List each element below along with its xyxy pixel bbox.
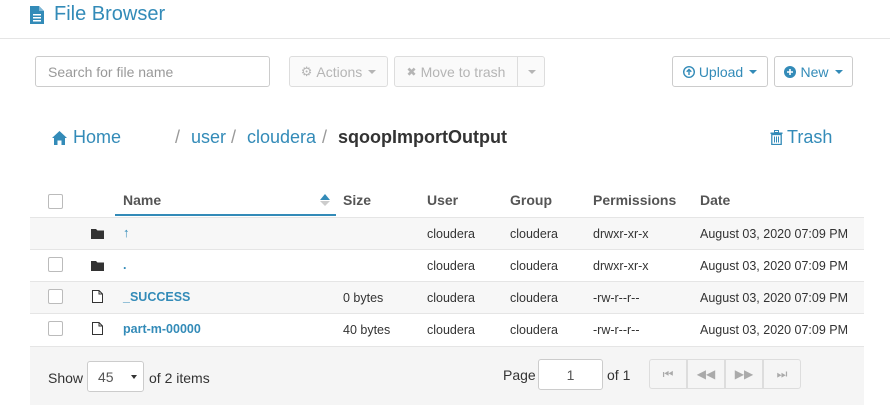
actions-button[interactable]: ⚙ Actions <box>289 56 388 87</box>
file-icon <box>92 290 103 303</box>
first-page-button[interactable]: ⏮ <box>649 359 687 389</box>
trash-link[interactable]: Trash <box>770 127 832 148</box>
new-button[interactable]: New <box>774 56 853 87</box>
breadcrumb-home[interactable]: Home <box>52 127 121 148</box>
select-all-checkbox[interactable] <box>48 194 63 209</box>
parent-directory-link[interactable]: ↑ <box>123 225 130 240</box>
previous-page-button[interactable]: ◀◀ <box>687 359 725 389</box>
breadcrumb-separator: / <box>175 127 181 147</box>
actions-label: Actions <box>316 63 363 80</box>
row-size: 0 bytes <box>343 291 384 305</box>
file-name-link[interactable]: _SUCCESS <box>123 290 190 304</box>
row-date: August 03, 2020 07:09 PM <box>700 259 849 273</box>
page-number-input[interactable] <box>538 359 603 390</box>
file-icon <box>30 6 44 24</box>
upload-button[interactable]: Upload <box>672 56 768 87</box>
chevron-down-icon <box>749 69 758 74</box>
folder-icon <box>91 229 104 239</box>
next-page-button[interactable]: ▶▶ <box>725 359 763 389</box>
column-header-group[interactable]: Group <box>510 192 552 208</box>
file-icon <box>92 322 103 335</box>
page-label: Page <box>503 367 536 383</box>
chevron-down-icon <box>528 69 536 74</box>
row-user: cloudera <box>427 259 475 273</box>
breadcrumb-separator: / <box>322 127 328 147</box>
row-permissions: -rw-r--r-- <box>593 291 640 305</box>
row-date: August 03, 2020 07:09 PM <box>700 323 849 337</box>
row-permissions: drwxr-xr-x <box>593 227 649 241</box>
breadcrumb-current: sqoopImportOutput <box>338 127 507 147</box>
breadcrumb-cloudera[interactable]: cloudera <box>247 127 316 148</box>
row-user: cloudera <box>427 227 475 241</box>
chevron-down-icon <box>368 69 377 74</box>
move-to-trash-button[interactable]: ✖ Move to trash <box>394 56 518 87</box>
row-date: August 03, 2020 07:09 PM <box>700 291 849 305</box>
trash-options-dropdown[interactable] <box>517 56 545 87</box>
row-user: cloudera <box>427 323 475 337</box>
new-label: New <box>800 63 829 80</box>
dropdown-arrow-icon <box>131 374 137 379</box>
move-to-trash-label: Move to trash <box>420 63 506 80</box>
next-page-icon: ▶▶ <box>734 367 754 381</box>
column-header-user[interactable]: User <box>427 192 458 208</box>
close-icon: ✖ <box>406 64 417 79</box>
folder-icon <box>91 261 104 271</box>
row-permissions: drwxr-xr-x <box>593 259 649 273</box>
row-size: 40 bytes <box>343 323 391 337</box>
page-size-select[interactable]: 45 <box>87 361 144 392</box>
column-header-permissions[interactable]: Permissions <box>593 192 676 208</box>
chevron-down-icon <box>834 69 843 74</box>
trash-label: Trash <box>787 127 833 147</box>
sort-underline <box>115 214 336 216</box>
items-count: of 2 items <box>149 370 210 386</box>
row-checkbox[interactable] <box>48 321 63 336</box>
page-title: File Browser <box>54 3 166 25</box>
page-size-value: 45 <box>98 368 114 385</box>
upload-arrow-icon <box>682 65 695 78</box>
row-group: cloudera <box>510 227 558 241</box>
upload-label: Upload <box>698 63 744 80</box>
file-name-link[interactable]: . <box>123 258 126 272</box>
first-page-icon: ⏮ <box>662 366 674 381</box>
row-group: cloudera <box>510 323 558 337</box>
previous-page-icon: ◀◀ <box>696 367 716 381</box>
last-page-button[interactable]: ⏭ <box>763 359 801 389</box>
last-page-icon: ⏭ <box>776 366 788 381</box>
gear-icon: ⚙ <box>300 63 313 79</box>
breadcrumb-user[interactable]: user <box>191 127 226 148</box>
row-permissions: -rw-r--r-- <box>593 323 640 337</box>
row-date: August 03, 2020 07:09 PM <box>700 227 849 241</box>
row-checkbox[interactable] <box>48 257 63 272</box>
column-header-size[interactable]: Size <box>343 192 371 208</box>
row-user: cloudera <box>427 291 475 305</box>
file-name-link[interactable]: part-m-00000 <box>123 322 201 336</box>
show-label: Show <box>48 370 84 386</box>
breadcrumb-separator: / <box>231 127 237 147</box>
total-pages: of 1 <box>607 367 631 383</box>
trash-icon <box>770 130 783 145</box>
sort-ascending-icon[interactable] <box>320 194 330 206</box>
column-header-name[interactable]: Name <box>123 192 161 208</box>
row-group: cloudera <box>510 291 558 305</box>
breadcrumb-home-label: Home <box>73 127 122 147</box>
plus-circle-icon <box>784 65 797 78</box>
row-checkbox[interactable] <box>48 289 63 304</box>
column-header-date[interactable]: Date <box>700 192 730 208</box>
home-icon <box>52 130 67 145</box>
search-input[interactable] <box>35 56 270 87</box>
row-group: cloudera <box>510 259 558 273</box>
